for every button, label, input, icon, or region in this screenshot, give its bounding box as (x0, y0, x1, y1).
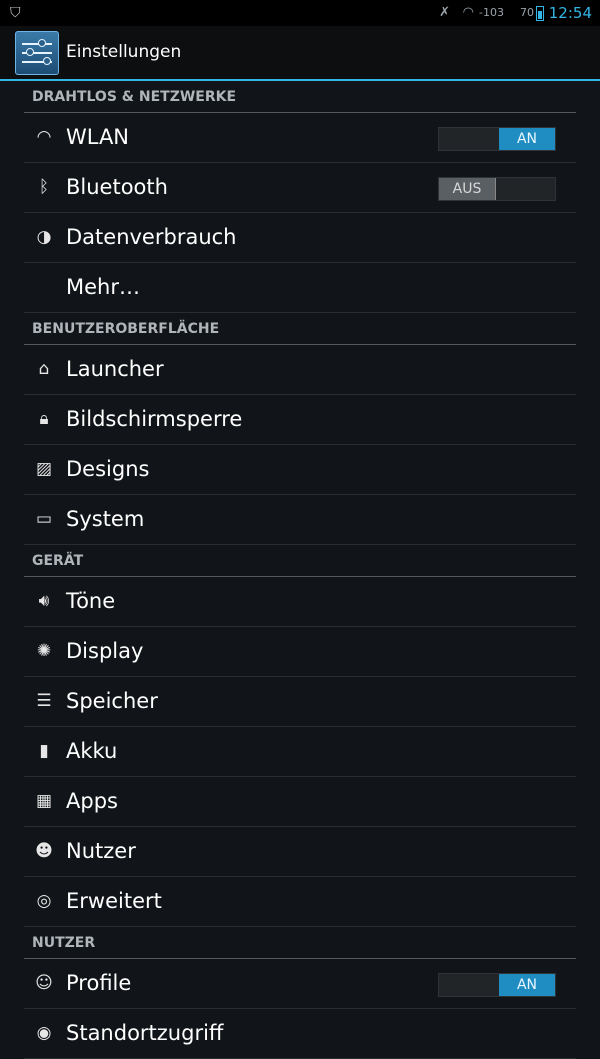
settings-item-label: Töne (66, 589, 116, 613)
section-header: GERÄT (24, 545, 576, 577)
settings-item-label: Bluetooth (66, 175, 168, 199)
clock: 12:54 (548, 4, 592, 22)
settings-item-wlan[interactable]: ◠ WLAN AN (24, 113, 576, 163)
settings-item-bildschirmsperre[interactable]: 🔒︎ Bildschirmsperre (24, 395, 576, 445)
mute-icon: ✗ (439, 5, 450, 20)
settings-item-label: Display (66, 639, 144, 663)
advanced-icon: ◎ (36, 891, 52, 911)
wlan-toggle[interactable]: AN (438, 127, 556, 151)
section-header: BENUTZEROBERFLÄCHE (24, 313, 576, 345)
settings-item-erweitert[interactable]: ◎ Erweitert (24, 877, 576, 927)
settings-item-label: Mehr… (66, 275, 140, 299)
brightness-icon: ✺ (36, 641, 52, 661)
battery-percent: 70 (520, 6, 534, 19)
status-bar: ⛉ ✗ ◠ -103 70 12:54 (0, 0, 600, 26)
settings-sliders-icon[interactable] (15, 31, 59, 75)
settings-item-label: Akku (66, 739, 118, 763)
toggle-state-label: AN (499, 128, 555, 150)
settings-item-designs[interactable]: ▨ Designs (24, 445, 576, 495)
settings-list: DRAHTLOS & NETZWERKE ◠ WLAN AN ᛒ Bluetooth AUS… (0, 81, 600, 1059)
settings-item-mehr[interactable]: Mehr… (24, 263, 576, 313)
action-bar: Einstellungen (0, 26, 600, 81)
shield-icon: ⛉ (10, 5, 21, 21)
user-icon: ☻ (35, 841, 53, 861)
settings-item-standortzugriff[interactable]: ◉ Standortzugriff (24, 1009, 576, 1059)
settings-item-datenverbrauch[interactable]: ◑ Datenverbrauch (24, 213, 576, 263)
signal-strength-text: -103 (479, 6, 504, 19)
settings-item-label: Datenverbrauch (66, 225, 237, 249)
bluetooth-icon: ᛒ (38, 177, 50, 197)
system-icon: ▭ (35, 509, 53, 529)
sound-icon: 🔊︎ (38, 591, 50, 611)
storage-icon: ☰ (36, 691, 52, 711)
settings-item-label: WLAN (66, 125, 130, 149)
bluetooth-toggle[interactable]: AUS (438, 177, 556, 201)
section-header: NUTZER (24, 927, 576, 959)
settings-item-label: System (66, 507, 145, 531)
section-header: DRAHTLOS & NETZWERKE (24, 81, 576, 113)
launcher-icon: ⌂ (38, 359, 50, 379)
settings-item-label: Nutzer (66, 839, 136, 863)
settings-item-töne[interactable]: 🔊︎ Töne (24, 577, 576, 627)
wifi-icon: ◠ (36, 127, 52, 147)
data-usage-icon: ◑ (36, 227, 52, 247)
toggle-state-label: AUS (439, 178, 496, 200)
location-icon: ◉ (36, 1023, 52, 1043)
settings-item-bluetooth[interactable]: ᛒ Bluetooth AUS (24, 163, 576, 213)
battery-status-icon (536, 6, 544, 21)
apps-icon: ▦ (35, 791, 53, 811)
settings-item-label: Launcher (66, 357, 164, 381)
themes-icon: ▨ (35, 459, 53, 479)
settings-item-label: Designs (66, 457, 150, 481)
settings-item-system[interactable]: ▭ System (24, 495, 576, 545)
profile-toggle[interactable]: AN (438, 973, 556, 997)
profile-icon: ☺ (35, 973, 53, 993)
wifi-status-icon: ◠ (462, 5, 474, 20)
toggle-state-label: AN (499, 974, 555, 996)
settings-item-label: Profile (66, 971, 132, 995)
settings-item-display[interactable]: ✺ Display (24, 627, 576, 677)
settings-item-label: Bildschirmsperre (66, 407, 243, 431)
settings-item-speicher[interactable]: ☰ Speicher (24, 677, 576, 727)
settings-item-label: Apps (66, 789, 118, 813)
lock-icon: 🔒︎ (39, 409, 49, 429)
settings-item-profile[interactable]: ☺ Profile AN (24, 959, 576, 1009)
settings-item-label: Speicher (66, 689, 158, 713)
settings-item-label: Standortzugriff (66, 1021, 224, 1045)
settings-item-launcher[interactable]: ⌂ Launcher (24, 345, 576, 395)
battery-icon: ▮ (39, 741, 49, 761)
page-title: Einstellungen (66, 42, 182, 62)
settings-item-nutzer[interactable]: ☻ Nutzer (24, 827, 576, 877)
settings-item-label: Erweitert (66, 889, 162, 913)
settings-item-akku[interactable]: ▮ Akku (24, 727, 576, 777)
settings-item-apps[interactable]: ▦ Apps (24, 777, 576, 827)
